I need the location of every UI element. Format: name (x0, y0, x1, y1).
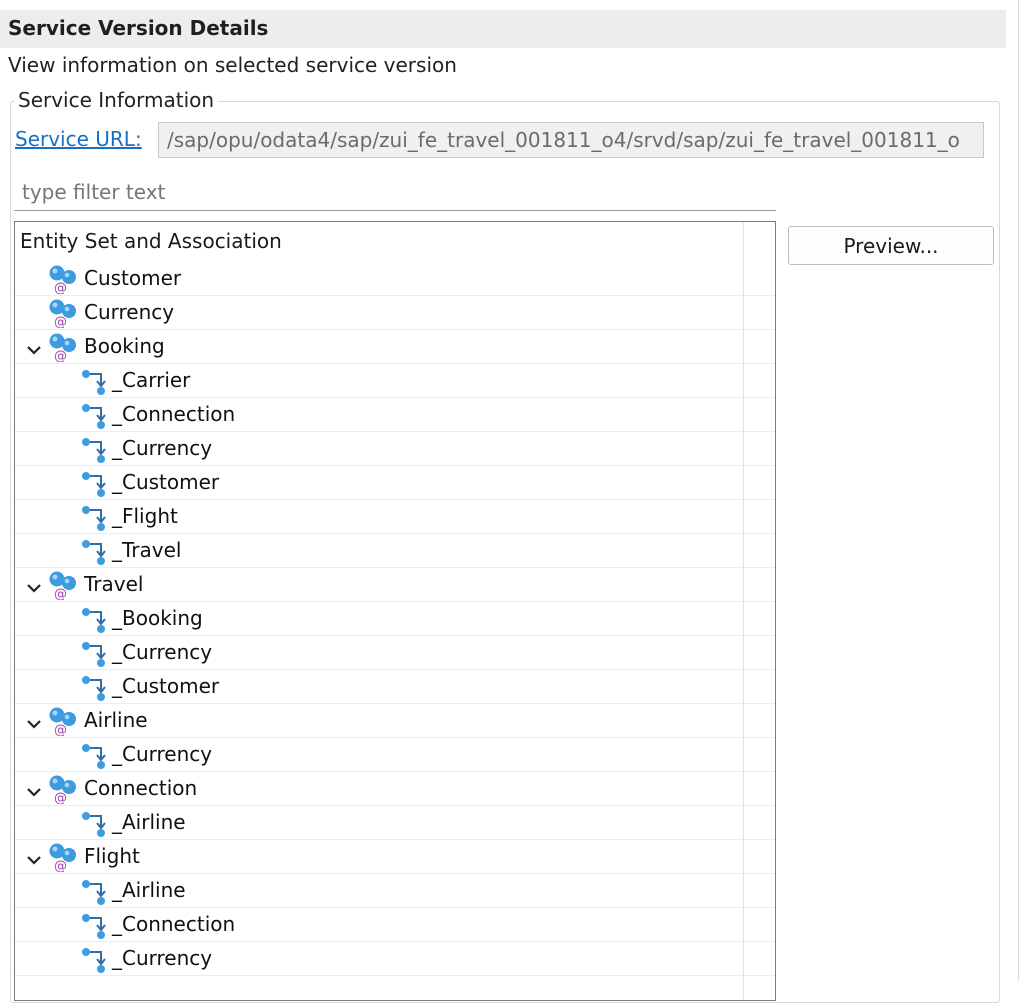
entity-set-icon: @ (47, 706, 79, 738)
panel-edge (1018, 0, 1019, 981)
association-row[interactable]: _Customer (15, 670, 775, 704)
entity-label: Travel (84, 572, 144, 596)
association-row[interactable]: _Airline (15, 874, 775, 908)
entity-row[interactable]: @ Currency (15, 296, 775, 330)
service-url-field[interactable]: /sap/opu/odata4/sap/zui_fe_travel_001811… (158, 122, 984, 158)
entity-set-icon: @ (47, 264, 79, 296)
svg-text:@: @ (54, 791, 67, 804)
filter-input[interactable] (14, 174, 776, 211)
service-url-value: /sap/opu/odata4/sap/zui_fe_travel_001811… (167, 128, 960, 152)
chevron-down-icon[interactable] (26, 579, 42, 593)
entity-label: Connection (84, 776, 198, 800)
entity-set-icon: @ (47, 570, 79, 602)
association-label: _Carrier (112, 368, 191, 392)
association-icon (81, 810, 111, 838)
association-label: _Connection (112, 402, 236, 426)
association-row[interactable]: _Travel (15, 534, 775, 568)
association-label: _Customer (112, 470, 220, 494)
group-label: Service Information (14, 88, 219, 112)
association-icon (81, 912, 111, 940)
association-icon (81, 368, 111, 396)
section-subtitle: View information on selected service ver… (8, 53, 457, 77)
association-label: _Airline (112, 878, 186, 902)
association-label: _Customer (112, 674, 220, 698)
svg-text:@: @ (54, 281, 67, 294)
association-row[interactable]: _Currency (15, 432, 775, 466)
association-label: _Flight (112, 504, 178, 528)
association-icon (81, 878, 111, 906)
association-label: _Currency (112, 946, 213, 970)
service-url-link[interactable]: Service URL: (15, 127, 142, 151)
association-row[interactable]: _Airline (15, 806, 775, 840)
entity-set-icon: @ (47, 298, 79, 330)
association-icon (81, 470, 111, 498)
svg-text:@: @ (54, 349, 67, 362)
entity-set-icon: @ (47, 332, 79, 364)
association-label: _Booking (112, 606, 203, 630)
association-row[interactable]: _Booking (15, 602, 775, 636)
association-row[interactable]: _Customer (15, 466, 775, 500)
entity-label: Currency (84, 300, 175, 324)
association-icon (81, 946, 111, 974)
entity-row[interactable]: @ Connection (15, 772, 775, 806)
svg-text:@: @ (54, 315, 67, 328)
association-label: _Travel (112, 538, 182, 562)
entity-label: Booking (84, 334, 165, 358)
tree-column-header: Entity Set and Association (20, 229, 282, 253)
svg-text:@: @ (54, 859, 67, 872)
association-row[interactable]: _Currency (15, 636, 775, 670)
entity-row[interactable]: @ Airline (15, 704, 775, 738)
association-icon (81, 640, 111, 668)
entity-label: Customer (84, 266, 182, 290)
association-row[interactable]: _Currency (15, 942, 775, 976)
association-row[interactable]: _Currency (15, 738, 775, 772)
chevron-down-icon[interactable] (26, 341, 42, 355)
association-icon (81, 504, 111, 532)
svg-text:@: @ (54, 723, 67, 736)
association-row[interactable]: _Connection (15, 908, 775, 942)
entity-tree[interactable]: Entity Set and Association @ Customer @ Cur… (14, 221, 776, 1001)
association-icon (81, 436, 111, 464)
association-label: _Currency (112, 436, 213, 460)
association-icon (81, 674, 111, 702)
svg-text:@: @ (54, 587, 67, 600)
association-row[interactable]: _Carrier (15, 364, 775, 398)
entity-set-icon: @ (47, 842, 79, 874)
chevron-down-icon[interactable] (26, 851, 42, 865)
association-icon (81, 538, 111, 566)
entity-label: Flight (84, 844, 140, 868)
association-row[interactable]: _Connection (15, 398, 775, 432)
association-label: _Airline (112, 810, 186, 834)
association-icon (81, 606, 111, 634)
chevron-down-icon[interactable] (26, 783, 42, 797)
association-icon (81, 402, 111, 430)
association-row[interactable]: _Flight (15, 500, 775, 534)
association-label: _Connection (112, 912, 236, 936)
entity-set-icon: @ (47, 774, 79, 806)
association-icon (81, 742, 111, 770)
entity-row[interactable]: @ Travel (15, 568, 775, 602)
section-title: Service Version Details (8, 16, 269, 40)
entity-row[interactable]: @ Flight (15, 840, 775, 874)
entity-row[interactable]: @ Booking (15, 330, 775, 364)
entity-row[interactable]: @ Customer (15, 262, 775, 296)
chevron-down-icon[interactable] (26, 715, 42, 729)
association-label: _Currency (112, 640, 213, 664)
entity-label: Airline (84, 708, 148, 732)
association-label: _Currency (112, 742, 213, 766)
preview-button[interactable]: Preview... (788, 226, 994, 265)
